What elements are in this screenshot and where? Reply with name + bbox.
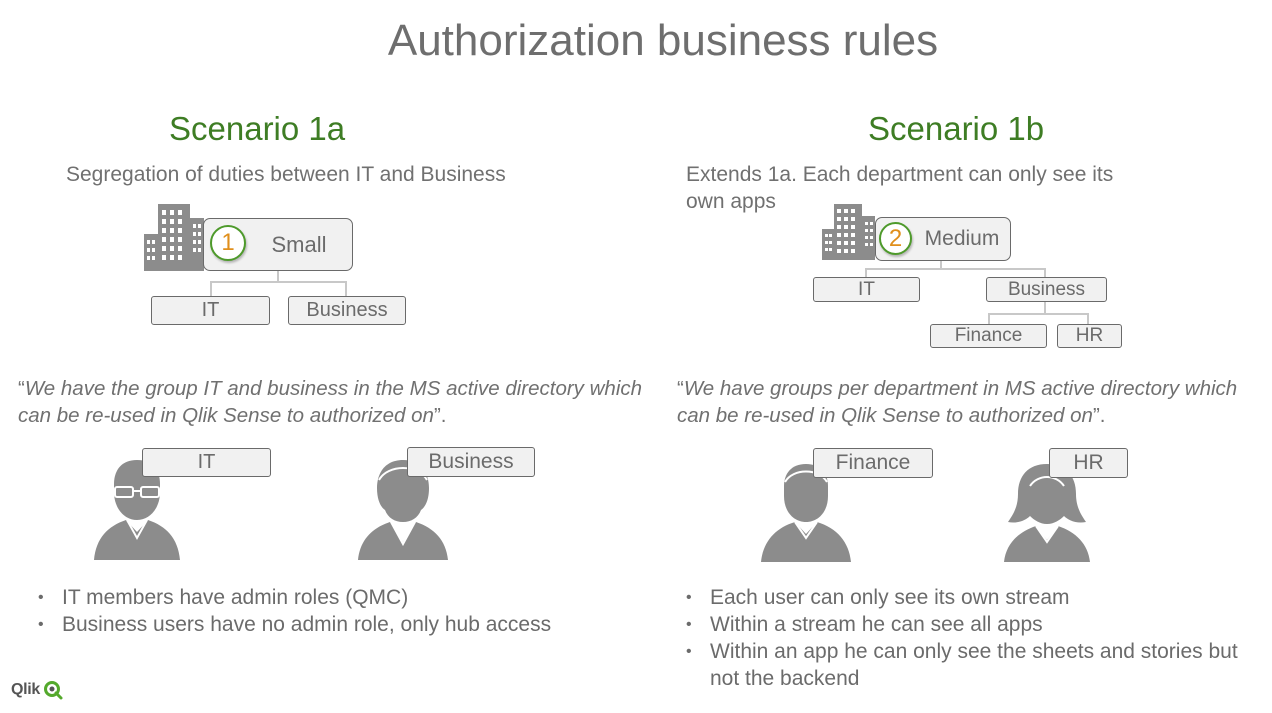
user-group-label-hr: HR [1049,448,1128,478]
qlik-q-icon [44,681,63,700]
scenario-1b-quote: “We have groups per department in MS act… [677,377,1238,427]
org-node-business: Business [986,277,1107,302]
connector-line [865,268,867,277]
bullet-item: Business users have no admin role, only … [38,611,551,638]
scenario-1b-subtitle: Extends 1a. Each department can only see… [686,163,1114,213]
connector-line [210,281,347,283]
scenario-1a-bullets: IT members have admin roles (QMC) Busine… [38,584,551,638]
page-title: Authorization business rules [387,16,939,65]
connector-line [865,268,1046,270]
scenario-1b-bullets: Each user can only see its own stream Wi… [686,584,1256,692]
building-icon [822,204,875,260]
scenario-1a-subtitle: Segregation of duties between IT and Bus… [66,163,506,186]
qlik-logo: Qlik [11,680,63,700]
connector-line [1044,268,1046,277]
org-node-label: Small [271,231,327,257]
org-node-it: IT [813,277,920,302]
org-node-finance: Finance [930,324,1047,348]
qlik-logo-text: Qlik [11,681,41,698]
connector-line [1087,313,1089,324]
scenario-1b-heading: Scenario 1b [868,110,1045,147]
connector-line [210,281,212,296]
bullet-item: IT members have admin roles (QMC) [38,584,551,611]
scenario-1a-heading: Scenario 1a [169,110,346,147]
bullet-item: Within a stream he can see all apps [686,611,1256,638]
connector-line [345,281,347,296]
step-badge-1: 1 [210,225,246,261]
user-group-label-it: IT [142,448,271,477]
user-group-label-finance: Finance [813,448,933,478]
bullet-item: Each user can only see its own stream [686,584,1256,611]
connector-line [988,313,990,324]
step-badge-2: 2 [879,222,912,255]
scenario-1a-quote: “We have the group IT and business in th… [18,377,643,427]
org-node-label: Medium [924,227,1000,250]
bullet-item: Within an app he can only see the sheets… [686,638,1256,692]
user-group-label-business: Business [407,447,535,477]
connector-line [988,313,1089,315]
org-node-business: Business [288,296,406,325]
building-icon [144,204,204,271]
org-node-hr: HR [1057,324,1122,348]
org-node-it: IT [151,296,270,325]
